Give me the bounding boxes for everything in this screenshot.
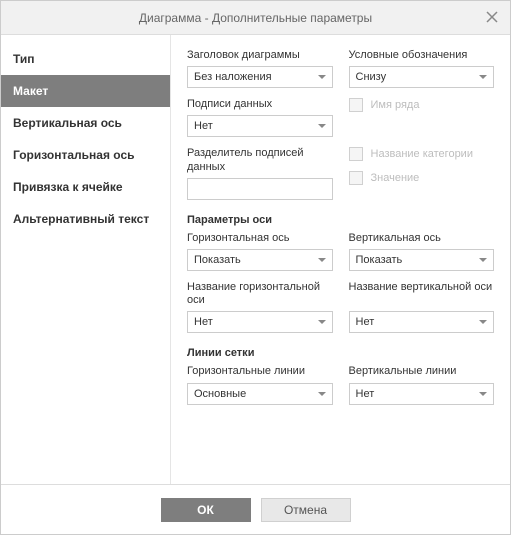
dialog: Диаграмма - Дополнительные параметры Тип… xyxy=(0,0,511,535)
category-name-checkbox xyxy=(349,147,363,161)
chart-title-label: Заголовок диаграммы xyxy=(187,49,333,62)
category-name-checkbox-row: Название категории xyxy=(349,147,495,161)
sidebar-item-alt-text[interactable]: Альтернативный текст xyxy=(1,203,170,235)
v-axis-title-select[interactable]: Нет xyxy=(349,311,495,333)
v-lines-label: Вертикальные линии xyxy=(349,365,495,378)
h-lines-label: Горизонтальные линии xyxy=(187,365,333,378)
ok-button[interactable]: ОК xyxy=(161,498,251,522)
data-labels-label: Подписи данных xyxy=(187,98,333,111)
value-checkbox xyxy=(349,171,363,185)
sidebar-item-type[interactable]: Тип xyxy=(1,43,170,75)
v-axis-select[interactable]: Показать xyxy=(349,249,495,271)
h-axis-select[interactable]: Показать xyxy=(187,249,333,271)
series-name-checkbox-row: Имя ряда xyxy=(349,98,495,112)
sidebar-item-cell-snap[interactable]: Привязка к ячейке xyxy=(1,171,170,203)
titlebar: Диаграмма - Дополнительные параметры xyxy=(1,1,510,35)
h-axis-label: Горизонтальная ось xyxy=(187,232,333,245)
h-lines-select[interactable]: Основные xyxy=(187,383,333,405)
sidebar-item-vertical-axis[interactable]: Вертикальная ось xyxy=(1,107,170,139)
sidebar-item-layout[interactable]: Макет xyxy=(1,75,170,107)
legend-label: Условные обозначения xyxy=(349,49,495,62)
separator-input[interactable] xyxy=(187,178,333,200)
cancel-button[interactable]: Отмена xyxy=(261,498,351,522)
value-label: Значение xyxy=(371,172,420,184)
series-name-label: Имя ряда xyxy=(371,99,420,111)
sidebar: Тип Макет Вертикальная ось Горизонтальна… xyxy=(1,35,171,484)
dialog-title: Диаграмма - Дополнительные параметры xyxy=(139,11,372,25)
v-axis-label: Вертикальная ось xyxy=(349,232,495,245)
dialog-body: Тип Макет Вертикальная ось Горизонтальна… xyxy=(1,35,510,484)
gridlines-title: Линии сетки xyxy=(187,347,494,359)
content-pane: Заголовок диаграммы Без наложения Условн… xyxy=(171,35,510,484)
h-axis-title-select[interactable]: Нет xyxy=(187,311,333,333)
close-button[interactable] xyxy=(482,7,502,27)
footer: ОК Отмена xyxy=(1,484,510,534)
category-name-label: Название категории xyxy=(371,148,473,160)
legend-select[interactable]: Снизу xyxy=(349,66,495,88)
close-icon xyxy=(486,11,498,23)
separator-label: Разделитель подписей данных xyxy=(187,147,333,173)
axis-params-title: Параметры оси xyxy=(187,214,494,226)
chart-title-select[interactable]: Без наложения xyxy=(187,66,333,88)
series-name-checkbox xyxy=(349,98,363,112)
sidebar-item-horizontal-axis[interactable]: Горизонтальная ось xyxy=(1,139,170,171)
v-axis-title-label: Название вертикальной оси xyxy=(349,281,495,307)
data-labels-select[interactable]: Нет xyxy=(187,115,333,137)
h-axis-title-label: Название горизонтальной оси xyxy=(187,281,333,307)
value-checkbox-row: Значение xyxy=(349,171,495,185)
v-lines-select[interactable]: Нет xyxy=(349,383,495,405)
